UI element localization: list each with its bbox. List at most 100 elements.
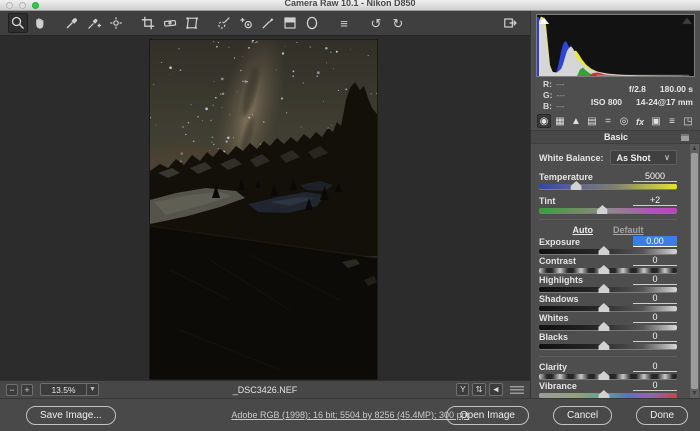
- preview-toggle-button[interactable]: Y: [456, 383, 469, 396]
- tab-snapshots[interactable]: ◳: [681, 114, 695, 128]
- slider-row-clarity: Clarity 0: [539, 356, 677, 379]
- tab-split-toning[interactable]: =: [601, 114, 615, 128]
- slider-thumb[interactable]: [598, 284, 609, 293]
- targeted-adjustment-tool-icon[interactable]: [106, 13, 126, 33]
- slider-row-highlights: Highlights 0: [539, 274, 677, 292]
- slider-label: Blacks: [539, 332, 568, 342]
- slider-value-field[interactable]: 0: [633, 312, 677, 323]
- graduated-filter-tool-icon[interactable]: [280, 13, 300, 33]
- crop-tool-icon[interactable]: [138, 13, 158, 33]
- slider-value-field[interactable]: 5000: [633, 171, 677, 182]
- lens-value: 14-24@17 mm: [636, 97, 693, 107]
- radial-filter-tool-icon[interactable]: [302, 13, 322, 33]
- white-balance-value: As Shot: [617, 153, 651, 163]
- slider-track[interactable]: [539, 184, 677, 189]
- tab-presets[interactable]: ≡: [665, 114, 679, 128]
- panel-tabs: ◉▦▲▤=◎fx▣≡◳: [535, 114, 697, 130]
- tab-hsl-grayscale[interactable]: ▤: [585, 114, 599, 128]
- slider-track[interactable]: [539, 208, 677, 213]
- slider-label: Exposure: [539, 237, 580, 247]
- color-sampler-tool-icon[interactable]: [84, 13, 104, 33]
- transform-tool-icon[interactable]: [182, 13, 202, 33]
- slider-track[interactable]: [539, 249, 677, 254]
- scroll-up-icon[interactable]: ▲: [691, 145, 698, 152]
- slider-thumb[interactable]: [598, 390, 609, 398]
- red-eye-removal-tool-icon[interactable]: [236, 13, 256, 33]
- preferences-tool-icon[interactable]: ≡: [334, 13, 354, 33]
- slider-label: Whites: [539, 313, 569, 323]
- panel-scrollbar[interactable]: ▲ ▼: [690, 144, 699, 398]
- preview-menu-icon[interactable]: [510, 386, 524, 394]
- cancel-button[interactable]: Cancel: [553, 406, 612, 425]
- slider-thumb[interactable]: [571, 181, 582, 190]
- tab-camera-calibration[interactable]: ▣: [649, 114, 663, 128]
- shutter-value: 180.00 s: [660, 84, 693, 94]
- photo-preview[interactable]: [150, 40, 377, 379]
- rgb-readout: R:--- G:--- B:---: [535, 79, 579, 112]
- slider-row-blacks: Blacks 0: [539, 331, 677, 349]
- window-title: Camera Raw 10.1 - Nikon D850: [0, 0, 700, 10]
- slider-track[interactable]: [539, 374, 677, 379]
- straighten-tool-icon[interactable]: [160, 13, 180, 33]
- tab-effects[interactable]: fx: [633, 114, 647, 128]
- basic-controls: White Balance: As Shot ∨ Temperature 500…: [531, 144, 689, 398]
- slider-value-field[interactable]: 0: [633, 255, 677, 266]
- tab-tone-curve[interactable]: ▦: [553, 114, 567, 128]
- slider-thumb[interactable]: [598, 265, 609, 274]
- slider-row-exposure: Exposure 0.00: [539, 236, 677, 254]
- slider-track[interactable]: [539, 306, 677, 311]
- white-balance-select[interactable]: As Shot ∨: [610, 150, 677, 165]
- copy-settings-button[interactable]: ◄: [489, 383, 503, 396]
- panel-menu-icon[interactable]: [681, 134, 689, 141]
- slider-track[interactable]: [539, 325, 677, 330]
- slider-value-field[interactable]: +2: [633, 195, 677, 206]
- tab-basic[interactable]: ◉: [537, 114, 551, 128]
- slider-value-field[interactable]: 0: [633, 331, 677, 342]
- image-info: R:--- G:--- B:--- f/2.8 180.00 s ISO 800…: [535, 79, 697, 112]
- workflow-options-link[interactable]: Adobe RGB (1998); 16 bit; 5504 by 8256 (…: [231, 410, 468, 420]
- scrollbar-thumb[interactable]: [691, 153, 698, 389]
- slider-thumb[interactable]: [598, 341, 609, 350]
- slider-value-field[interactable]: 0: [633, 380, 677, 391]
- slider-row-tint: Tint +2: [539, 195, 677, 213]
- iso-value: ISO 800: [591, 97, 622, 107]
- auto-link[interactable]: Auto: [572, 225, 593, 235]
- default-link[interactable]: Default: [613, 225, 644, 235]
- slider-track[interactable]: [539, 268, 677, 273]
- slider-thumb[interactable]: [597, 205, 608, 214]
- slider-value-field[interactable]: 0: [633, 274, 677, 285]
- slider-track[interactable]: [539, 287, 677, 292]
- save-image-button[interactable]: Save Image...: [26, 406, 116, 425]
- slider-thumb[interactable]: [598, 246, 609, 255]
- slider-label: Tint: [539, 196, 555, 206]
- preview-statusbar: − + 13.5% ▼ _DSC3426.NEF Y ⇅ ◄: [0, 380, 530, 398]
- slider-row-temperature: Temperature 5000: [539, 171, 677, 189]
- slider-value-field[interactable]: 0.00: [633, 236, 677, 247]
- panel-title: Basic: [531, 130, 700, 144]
- tab-lens-corrections[interactable]: ◎: [617, 114, 631, 128]
- fullscreen-toggle-icon[interactable]: [500, 13, 520, 33]
- slider-thumb[interactable]: [598, 303, 609, 312]
- slider-row-shadows: Shadows 0: [539, 293, 677, 311]
- slider-value-field[interactable]: 0: [633, 361, 677, 372]
- slider-thumb[interactable]: [598, 371, 609, 380]
- done-button[interactable]: Done: [636, 406, 688, 425]
- tab-detail[interactable]: ▲: [569, 114, 583, 128]
- adjustment-brush-tool-icon[interactable]: [258, 13, 278, 33]
- rotate-left-tool-icon[interactable]: ↺: [366, 13, 386, 33]
- preview-canvas: [0, 36, 530, 380]
- swap-before-after-button[interactable]: ⇅: [472, 383, 485, 396]
- slider-label: Clarity: [539, 362, 567, 372]
- scroll-down-icon[interactable]: ▼: [691, 390, 698, 397]
- slider-label: Highlights: [539, 275, 583, 285]
- slider-thumb[interactable]: [598, 322, 609, 331]
- slider-row-whites: Whites 0: [539, 312, 677, 330]
- rotate-right-tool-icon[interactable]: ↻: [388, 13, 408, 33]
- zoom-tool-icon[interactable]: [8, 13, 28, 33]
- slider-value-field[interactable]: 0: [633, 293, 677, 304]
- white-balance-tool-icon[interactable]: [62, 13, 82, 33]
- slider-track[interactable]: [539, 344, 677, 349]
- spot-removal-tool-icon[interactable]: [214, 13, 234, 33]
- hand-tool-icon[interactable]: [30, 13, 50, 33]
- adjustments-panel: R:--- G:--- B:--- f/2.8 180.00 s ISO 800…: [530, 11, 700, 398]
